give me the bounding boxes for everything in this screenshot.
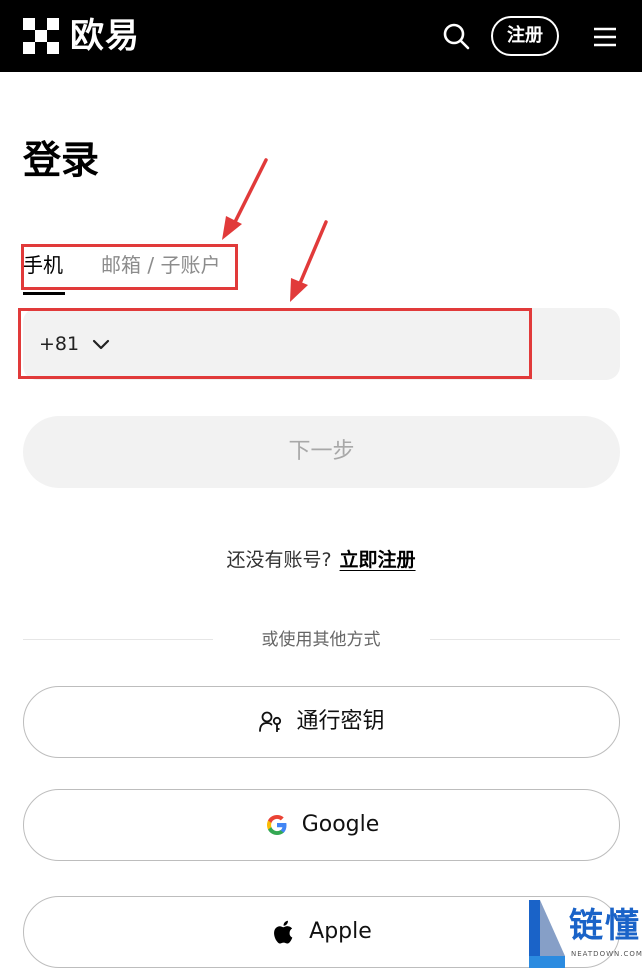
annotation-box-tabs bbox=[21, 244, 238, 290]
watermark-subtext: NEATDOWN.COM bbox=[571, 950, 642, 958]
watermark-text: 链懂 bbox=[569, 906, 641, 946]
watermark: 链懂 NEATDOWN.COM bbox=[527, 900, 642, 970]
google-label: Google bbox=[301, 812, 380, 837]
google-icon bbox=[266, 815, 287, 835]
annotation-box-phone bbox=[18, 308, 532, 379]
menu-icon bbox=[594, 27, 616, 47]
no-account-prompt: 还没有账号? 立即注册 bbox=[0, 545, 642, 575]
passkey-label: 通行密钥 bbox=[296, 709, 385, 734]
passkey-icon bbox=[259, 711, 282, 732]
top-nav-bar: 欧易 注册 bbox=[0, 0, 642, 72]
active-tab-indicator bbox=[23, 292, 65, 295]
annotation-arrow-phone bbox=[290, 220, 328, 302]
google-login-button[interactable]: Google bbox=[23, 789, 620, 861]
next-step-button[interactable]: 下一步 bbox=[23, 416, 620, 488]
okx-logo-icon[interactable] bbox=[23, 18, 59, 54]
apple-icon bbox=[274, 920, 293, 944]
divider-right bbox=[430, 639, 620, 640]
no-account-text: 还没有账号? bbox=[226, 549, 332, 571]
annotation-arrow-tabs bbox=[222, 158, 268, 240]
other-methods-divider-text: 或使用其他方式 bbox=[261, 630, 381, 650]
search-button[interactable] bbox=[440, 20, 472, 52]
passkey-login-button[interactable]: 通行密钥 bbox=[23, 686, 620, 758]
watermark-logo-icon bbox=[529, 900, 565, 968]
register-button[interactable]: 注册 bbox=[491, 16, 559, 56]
brand-name[interactable]: 欧易 bbox=[70, 14, 140, 58]
page-title: 登录 bbox=[23, 138, 100, 182]
apple-label: Apple bbox=[309, 919, 372, 944]
menu-button[interactable] bbox=[590, 24, 620, 50]
register-now-link[interactable]: 立即注册 bbox=[340, 549, 416, 571]
search-icon bbox=[443, 23, 470, 50]
